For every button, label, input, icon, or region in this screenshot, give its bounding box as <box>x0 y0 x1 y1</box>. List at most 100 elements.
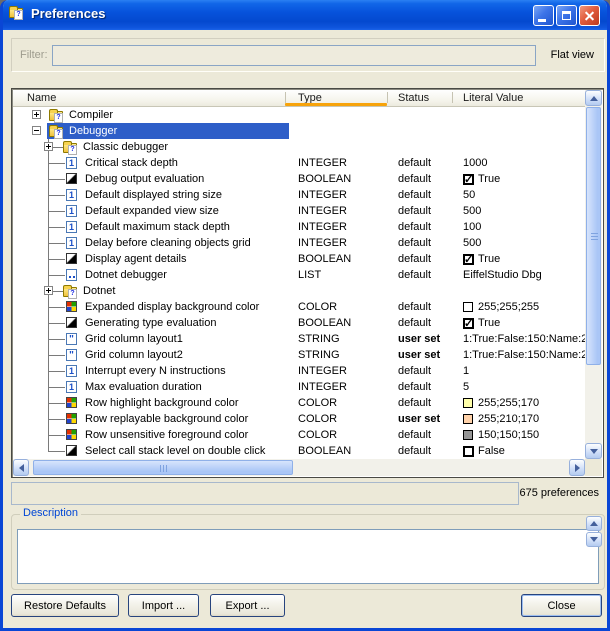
description-textarea[interactable] <box>17 529 599 584</box>
preference-name: Default displayed string size <box>85 187 222 203</box>
filter-input[interactable] <box>52 45 536 66</box>
value-checkbox[interactable] <box>463 254 474 265</box>
preference-type: BOOLEAN <box>298 171 351 187</box>
tree-line <box>48 243 65 244</box>
titlebar[interactable]: Preferences <box>0 0 610 30</box>
preference-name: Debugger <box>69 123 117 139</box>
window-title: Preferences <box>31 6 105 21</box>
column-header-status[interactable]: Status <box>398 92 429 104</box>
preference-literal-value[interactable]: 5 <box>463 379 469 395</box>
preference-literal-value[interactable]: 255;255;170 <box>463 395 539 411</box>
preference-literal-value[interactable]: 1:True:False:150:Name:2: <box>463 347 585 363</box>
value-text: False <box>478 443 505 459</box>
vertical-scroll-thumb[interactable] <box>586 107 601 365</box>
preference-literal-value[interactable]: True <box>463 171 500 187</box>
value-text: EiffelStudio Dbg <box>463 267 542 283</box>
preference-row[interactable]: Compiler <box>13 107 585 123</box>
preference-literal-value[interactable]: 500 <box>463 203 481 219</box>
value-checkbox[interactable] <box>463 318 474 329</box>
preference-row[interactable]: Row highlight background color COLOR def… <box>13 395 585 411</box>
import-button[interactable]: Import ... <box>128 594 199 617</box>
preference-literal-value[interactable]: True <box>463 315 500 331</box>
preference-row[interactable]: Grid column layout1 STRING user set 1:Tr… <box>13 331 585 347</box>
titlebar-close-button[interactable] <box>579 5 600 26</box>
preference-row[interactable]: Debugger <box>13 123 585 139</box>
maximize-button[interactable] <box>556 5 577 26</box>
tree-line <box>48 419 65 420</box>
restore-defaults-button[interactable]: Restore Defaults <box>11 594 119 617</box>
preference-type: INTEGER <box>298 155 347 171</box>
tree-line <box>48 195 65 196</box>
preference-row[interactable]: Max evaluation duration INTEGER default … <box>13 379 585 395</box>
scroll-down-button[interactable] <box>585 443 602 459</box>
integer-icon <box>66 237 77 249</box>
value-text: 1:True:False:150:Name:2: <box>463 331 585 347</box>
preference-row[interactable]: Select call stack level on double click … <box>13 443 585 459</box>
preference-literal-value[interactable]: 255;255;255 <box>463 299 539 315</box>
preference-type: INTEGER <box>298 187 347 203</box>
scroll-right-button[interactable] <box>569 459 585 476</box>
preference-row[interactable]: Classic debugger <box>13 139 585 155</box>
close-icon <box>584 10 595 21</box>
preference-row[interactable]: Row replayable background color COLOR us… <box>13 411 585 427</box>
minimize-icon <box>538 19 546 22</box>
horizontal-scrollbar[interactable] <box>13 459 585 476</box>
preference-literal-value[interactable]: 1:True:False:150:Name:2: <box>463 331 585 347</box>
preference-literal-value[interactable]: True <box>463 251 500 267</box>
preference-row[interactable]: Generating type evaluation BOOLEAN defau… <box>13 315 585 331</box>
description-scrollbar[interactable] <box>586 516 603 588</box>
preference-literal-value[interactable]: 500 <box>463 235 481 251</box>
preference-status: default <box>398 203 431 219</box>
value-checkbox[interactable] <box>463 174 474 185</box>
minimize-button[interactable] <box>533 5 554 26</box>
scroll-up-button[interactable] <box>585 90 602 106</box>
preference-status: default <box>398 235 431 251</box>
flat-view-toggle[interactable]: Flat view <box>551 49 594 61</box>
preference-row[interactable]: Expanded display background color COLOR … <box>13 299 585 315</box>
value-text: 500 <box>463 235 481 251</box>
expander-toggle[interactable] <box>32 126 41 135</box>
description-scroll-down-button[interactable] <box>586 532 602 547</box>
preference-literal-value[interactable]: 1000 <box>463 155 487 171</box>
expander-toggle[interactable] <box>44 286 53 295</box>
preference-row[interactable]: Default maximum stack depth INTEGER defa… <box>13 219 585 235</box>
preference-type: BOOLEAN <box>298 443 351 459</box>
preference-literal-value[interactable]: EiffelStudio Dbg <box>463 267 542 283</box>
preference-row[interactable]: Default displayed string size INTEGER de… <box>13 187 585 203</box>
expander-toggle[interactable] <box>32 110 41 119</box>
scroll-left-button[interactable] <box>13 459 29 476</box>
preference-row[interactable]: Debug output evaluation BOOLEAN default … <box>13 171 585 187</box>
preference-type: COLOR <box>298 411 337 427</box>
preference-row[interactable]: Critical stack depth INTEGER default 100… <box>13 155 585 171</box>
preference-literal-value[interactable]: False <box>463 443 505 459</box>
column-header-name[interactable]: Name <box>27 92 56 104</box>
export-button[interactable]: Export ... <box>210 594 285 617</box>
preference-literal-value[interactable]: 100 <box>463 219 481 235</box>
preference-literal-value[interactable]: 255;210;170 <box>463 411 539 427</box>
preference-row[interactable]: Interrupt every N instructions INTEGER d… <box>13 363 585 379</box>
value-checkbox[interactable] <box>463 446 474 457</box>
tree-line <box>48 355 65 356</box>
preference-row[interactable]: Dotnet <box>13 283 585 299</box>
preference-status: default <box>398 219 431 235</box>
preference-type: BOOLEAN <box>298 251 351 267</box>
preference-row[interactable]: Delay before cleaning objects grid INTEG… <box>13 235 585 251</box>
vertical-scrollbar[interactable] <box>585 90 602 459</box>
preference-status: default <box>398 299 431 315</box>
arrow-down-icon <box>590 449 598 458</box>
preference-literal-value[interactable]: 1 <box>463 363 469 379</box>
preference-literal-value[interactable]: 150;150;150 <box>463 427 539 443</box>
close-dialog-button[interactable]: Close <box>521 594 602 617</box>
preference-status: default <box>398 267 431 283</box>
column-header-literal-value[interactable]: Literal Value <box>463 92 523 104</box>
value-text: True <box>478 315 500 331</box>
preference-row[interactable]: Row unsensitive foreground color COLOR d… <box>13 427 585 443</box>
expander-toggle[interactable] <box>44 142 53 151</box>
preference-row[interactable]: Default expanded view size INTEGER defau… <box>13 203 585 219</box>
horizontal-scroll-thumb[interactable] <box>33 460 293 475</box>
preference-literal-value[interactable]: 50 <box>463 187 475 203</box>
preference-row[interactable]: Dotnet debugger LIST default EiffelStudi… <box>13 267 585 283</box>
preference-row[interactable]: Grid column layout2 STRING user set 1:Tr… <box>13 347 585 363</box>
preference-row[interactable]: Display agent details BOOLEAN default Tr… <box>13 251 585 267</box>
description-scroll-up-button[interactable] <box>586 516 602 531</box>
